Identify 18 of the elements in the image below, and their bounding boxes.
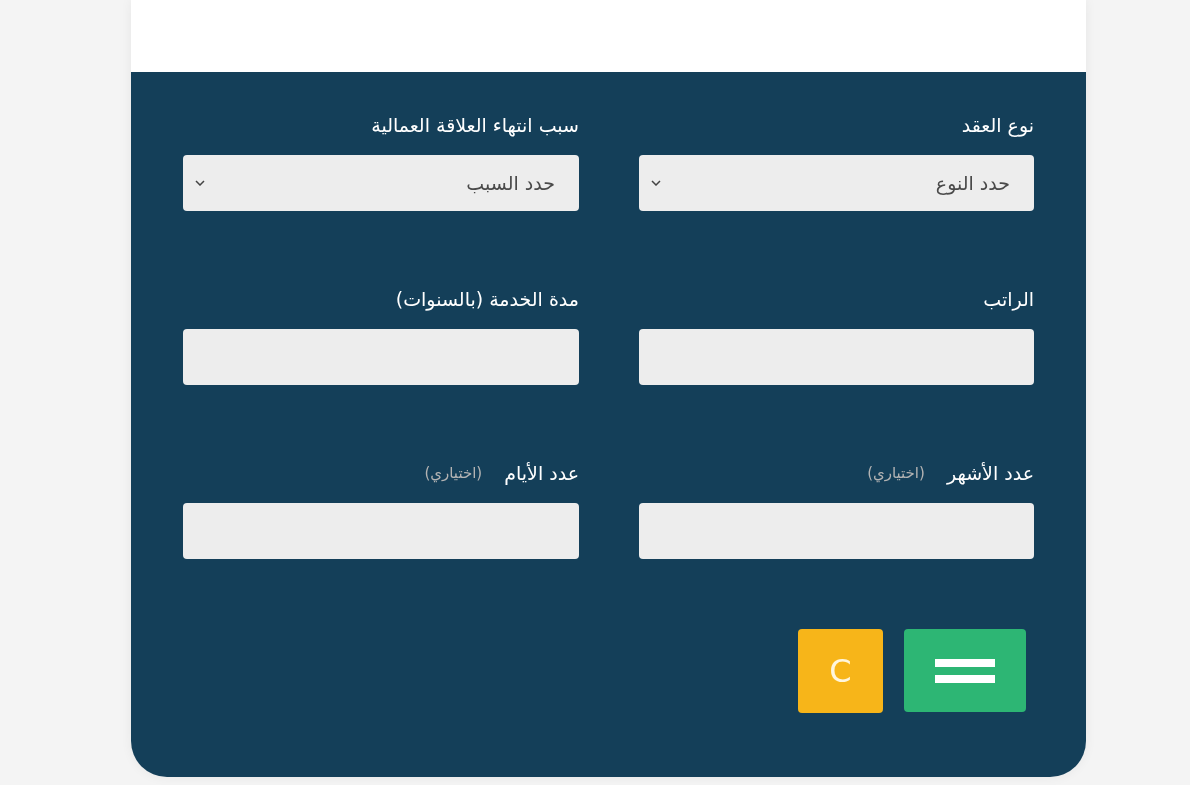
dropdown[interactable]: حدد النوع	[639, 155, 1034, 211]
optional-hint: (اختياري)	[424, 464, 483, 482]
field-label: نوع العقد	[961, 114, 1034, 136]
field-label: الراتب	[983, 288, 1034, 310]
equals-icon	[935, 658, 995, 683]
optional-hint: (اختياري)	[867, 464, 925, 482]
field-label: مدة الخدمة (بالسنوات)	[395, 288, 579, 310]
chevron-down-icon	[195, 180, 205, 186]
field-label: سبب انتهاء العلاقة العمالية	[371, 114, 579, 136]
input-field[interactable]	[639, 503, 1034, 559]
chevron-down-icon	[651, 180, 661, 186]
calculate-button[interactable]	[904, 629, 1026, 712]
input-field[interactable]	[639, 329, 1034, 385]
input-field[interactable]	[183, 329, 579, 385]
dropdown[interactable]: حدد السبب	[183, 155, 579, 211]
field-label: عدد الأشهر	[946, 462, 1034, 484]
field-label: عدد الأيام	[504, 462, 579, 484]
input-field[interactable]	[183, 503, 579, 559]
